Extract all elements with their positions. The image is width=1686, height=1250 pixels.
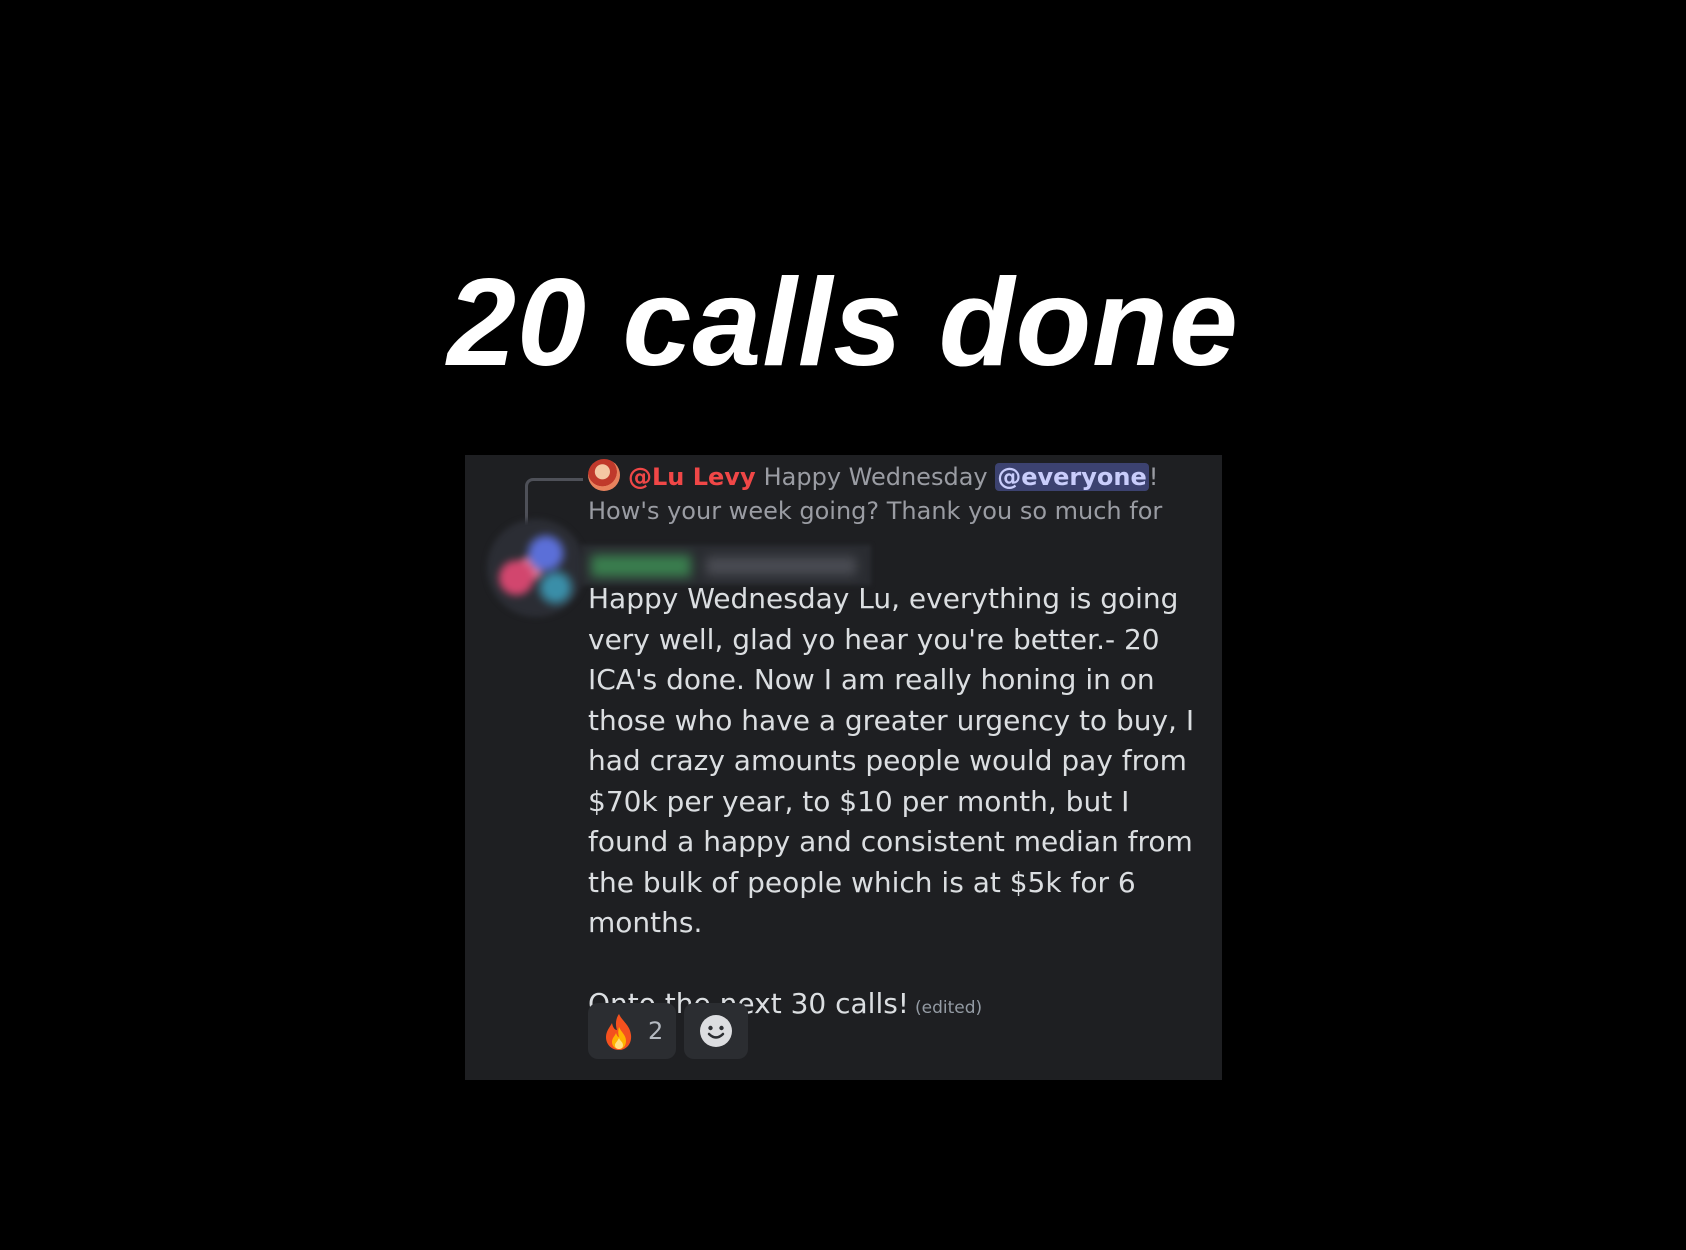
- edited-label: (edited): [915, 997, 983, 1018]
- reply-author-name[interactable]: @Lu Levy: [628, 463, 756, 491]
- author-avatar-blurred[interactable]: [487, 519, 585, 617]
- reaction-count: 2: [648, 1017, 664, 1045]
- reaction-fire[interactable]: 2: [588, 1003, 676, 1059]
- reply-text-start: Happy Wednesday: [763, 463, 996, 491]
- discord-message-card: @Lu Levy Happy Wednesday @everyone! How's…: [465, 455, 1222, 1080]
- message-paragraph: Happy Wednesday Lu, everything is going …: [588, 582, 1195, 939]
- message-closing-line: Onto the next 30 calls! (edited): [588, 984, 1203, 1029]
- add-reaction-button[interactable]: [684, 1003, 748, 1059]
- reply-author-avatar[interactable]: [588, 459, 620, 491]
- reply-connector: [525, 478, 583, 525]
- page: 20 calls done @Lu Levy Happy Wednesday @e…: [0, 0, 1686, 1250]
- mention-everyone[interactable]: @everyone: [995, 463, 1149, 491]
- fire-icon: [606, 1014, 632, 1050]
- author-name-redacted: [591, 555, 691, 577]
- message-body: Happy Wednesday Lu, everything is going …: [588, 579, 1203, 1028]
- timestamp-redacted: [706, 557, 856, 575]
- headline-title: 20 calls done: [447, 254, 1239, 392]
- smiley-icon: [700, 1015, 732, 1047]
- reply-preview[interactable]: @Lu Levy Happy Wednesday @everyone! How's…: [588, 459, 1188, 529]
